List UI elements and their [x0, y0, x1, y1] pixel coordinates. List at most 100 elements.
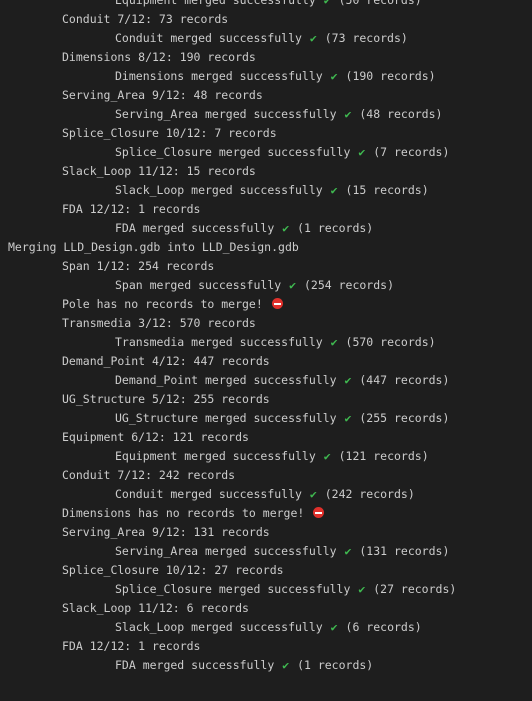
check-mark-icon: ✔	[282, 221, 290, 235]
record-count: (50 records)	[338, 0, 422, 7]
record-count: (131 records)	[359, 544, 450, 558]
log-line-result: Equipment merged successfully ✔ (121 rec…	[0, 447, 532, 466]
record-count: (242 records)	[324, 487, 415, 501]
log-text: Equipment 6/12: 121 records	[62, 430, 249, 444]
log-text: Equipment merged successfully	[115, 449, 316, 463]
log-line-result: Splice_Closure merged successfully ✔ (27…	[0, 580, 532, 599]
log-line-result: FDA merged successfully ✔ (1 records)	[0, 656, 532, 675]
log-line-result: Dimensions merged successfully ✔ (190 re…	[0, 67, 532, 86]
log-text: Serving_Area merged successfully	[115, 107, 337, 121]
record-count: (6 records)	[345, 620, 422, 634]
log-text: FDA merged successfully	[115, 658, 275, 672]
log-line-result: Slack_Loop merged successfully ✔ (15 rec…	[0, 181, 532, 200]
record-count: (27 records)	[373, 582, 457, 596]
check-mark-icon: ✔	[330, 335, 338, 349]
check-mark-icon: ✔	[358, 582, 366, 596]
log-line-layer: Slack_Loop 11/12: 6 records	[0, 599, 532, 618]
log-line-layer: FDA 12/12: 1 records	[0, 200, 532, 219]
check-mark-icon: ✔	[330, 620, 338, 634]
log-line-result: Demand_Point merged successfully ✔ (447 …	[0, 371, 532, 390]
check-mark-icon: ✔	[289, 278, 297, 292]
no-entry-icon	[271, 298, 283, 309]
log-line-layer: UG_Structure 5/12: 255 records	[0, 390, 532, 409]
check-mark-icon: ✔	[323, 0, 331, 7]
log-line-result: UG_Structure merged successfully ✔ (255 …	[0, 409, 532, 428]
log-text: Slack_Loop merged successfully	[115, 620, 323, 634]
log-text: UG_Structure merged successfully	[115, 411, 337, 425]
log-text: Splice_Closure merged successfully	[115, 145, 351, 159]
log-text: Splice_Closure 10/12: 7 records	[62, 126, 277, 140]
no-entry-icon	[313, 507, 325, 518]
log-text: Serving_Area merged successfully	[115, 544, 337, 558]
log-text: Transmedia merged successfully	[115, 335, 323, 349]
log-text: UG_Structure 5/12: 255 records	[62, 392, 270, 406]
log-text: Transmedia 3/12: 570 records	[62, 316, 256, 330]
record-count: (190 records)	[345, 69, 436, 83]
log-line-result: Conduit merged successfully ✔ (242 recor…	[0, 485, 532, 504]
log-line-layer: Slack_Loop 11/12: 15 records	[0, 162, 532, 181]
check-mark-icon: ✔	[344, 544, 352, 558]
check-mark-icon: ✔	[323, 449, 331, 463]
log-line-layer: Equipment 6/12: 121 records	[0, 428, 532, 447]
log-text: Dimensions has no records to merge!	[62, 506, 305, 520]
log-line-result: Span merged successfully ✔ (254 records)	[0, 276, 532, 295]
log-line-layer: Serving_Area 9/12: 131 records	[0, 523, 532, 542]
log-line-layer: Demand_Point 4/12: 447 records	[0, 352, 532, 371]
log-text: FDA 12/12: 1 records	[62, 639, 201, 653]
record-count: (73 records)	[324, 31, 408, 45]
record-count: (1 records)	[297, 658, 374, 672]
log-text: Splice_Closure merged successfully	[115, 582, 351, 596]
log-line-result: FDA merged successfully ✔ (1 records)	[0, 219, 532, 238]
log-line-result: Serving_Area merged successfully ✔ (131 …	[0, 542, 532, 561]
log-text: Pole has no records to merge!	[62, 297, 263, 311]
log-line-layer: FDA 12/12: 1 records	[0, 637, 532, 656]
log-text: Merging LLD_Design.gdb into LLD_Design.g…	[8, 240, 299, 254]
log-line-result: Conduit merged successfully ✔ (73 record…	[0, 29, 532, 48]
log-line-result: Equipment merged successfully ✔ (50 reco…	[0, 0, 532, 10]
log-line-result: Transmedia merged successfully ✔ (570 re…	[0, 333, 532, 352]
log-text: Dimensions 8/12: 190 records	[62, 50, 256, 64]
log-line-result: Splice_Closure merged successfully ✔ (7 …	[0, 143, 532, 162]
log-text: Demand_Point merged successfully	[115, 373, 337, 387]
log-line-result: Serving_Area merged successfully ✔ (48 r…	[0, 105, 532, 124]
log-line-layer: Pole has no records to merge!	[0, 295, 532, 314]
log-text: Serving_Area 9/12: 48 records	[62, 88, 263, 102]
log-text: Span 1/12: 254 records	[62, 259, 215, 273]
check-mark-icon: ✔	[344, 107, 352, 121]
record-count: (1 records)	[297, 221, 374, 235]
check-mark-icon: ✔	[309, 31, 317, 45]
log-text: Dimensions merged successfully	[115, 69, 323, 83]
check-mark-icon: ✔	[330, 183, 338, 197]
log-line-layer: Serving_Area 9/12: 48 records	[0, 86, 532, 105]
log-text: Slack_Loop 11/12: 15 records	[62, 164, 256, 178]
record-count: (7 records)	[373, 145, 450, 159]
log-text: Conduit merged successfully	[115, 487, 302, 501]
log-text: Slack_Loop merged successfully	[115, 183, 323, 197]
log-line-layer: Conduit 7/12: 73 records	[0, 10, 532, 29]
check-mark-icon: ✔	[282, 658, 290, 672]
log-line-layer: Dimensions has no records to merge!	[0, 504, 532, 523]
log-text: FDA 12/12: 1 records	[62, 202, 201, 216]
check-mark-icon: ✔	[330, 69, 338, 83]
log-line-layer: Splice_Closure 10/12: 27 records	[0, 561, 532, 580]
log-line-header: Merging LLD_Design.gdb into LLD_Design.g…	[0, 238, 532, 257]
record-count: (447 records)	[359, 373, 450, 387]
record-count: (48 records)	[359, 107, 443, 121]
log-text: Serving_Area 9/12: 131 records	[62, 525, 270, 539]
log-line-layer: Splice_Closure 10/12: 7 records	[0, 124, 532, 143]
log-line-layer: Span 1/12: 254 records	[0, 257, 532, 276]
log-text: Demand_Point 4/12: 447 records	[62, 354, 270, 368]
log-text: FDA merged successfully	[115, 221, 275, 235]
record-count: (15 records)	[345, 183, 429, 197]
log-line-layer: Conduit 7/12: 242 records	[0, 466, 532, 485]
record-count: (254 records)	[303, 278, 394, 292]
check-mark-icon: ✔	[344, 373, 352, 387]
log-text: Conduit merged successfully	[115, 31, 302, 45]
log-line-layer: Transmedia 3/12: 570 records	[0, 314, 532, 333]
log-text: Conduit 7/12: 73 records	[62, 12, 229, 26]
check-mark-icon: ✔	[344, 411, 352, 425]
terminal-output: Equipment merged successfully ✔ (50 reco…	[0, 0, 532, 675]
log-text: Splice_Closure 10/12: 27 records	[62, 563, 284, 577]
log-text: Slack_Loop 11/12: 6 records	[62, 601, 249, 615]
record-count: (570 records)	[345, 335, 436, 349]
